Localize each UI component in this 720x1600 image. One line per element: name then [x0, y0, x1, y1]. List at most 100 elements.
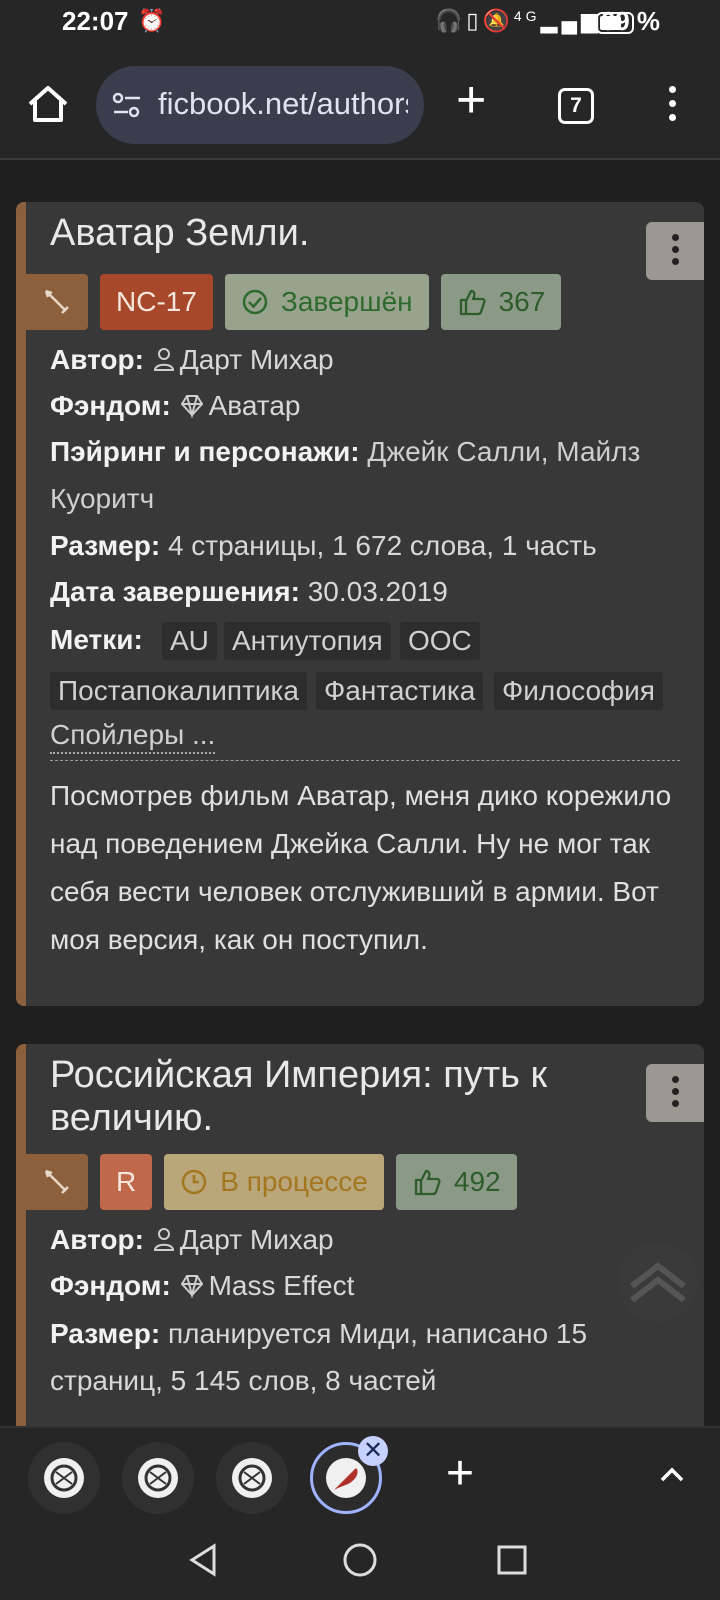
pairing-row: Пэйринг и персонажи: Джейк Салли, Майлз …	[50, 428, 670, 522]
url-bar[interactable]: ficbook.net/authors	[96, 66, 424, 144]
badge-direction[interactable]	[26, 1154, 88, 1210]
work-description: Посмотрев фильм Аватар, меня дико корежи…	[50, 780, 672, 955]
tag[interactable]: Фантастика	[316, 672, 484, 710]
fandom-link[interactable]: Mass Effect	[209, 1270, 355, 1301]
tab-switcher-button[interactable]: 7	[558, 88, 594, 124]
check-circle-icon	[242, 289, 268, 315]
size-value: 4 страницы, 1 672 слова, 1 часть	[167, 530, 597, 561]
status-label: Завершён	[280, 286, 413, 317]
close-tab-icon[interactable]: ✕	[358, 1436, 388, 1466]
status-badge[interactable]: Завершён	[224, 274, 429, 330]
status-icons: 🎧▯🔕4G▂▄▆	[435, 8, 602, 34]
home-icon[interactable]	[26, 82, 70, 126]
work-badges: R В процессе 492	[26, 1154, 517, 1210]
fandom-label: Фэндом:	[50, 390, 171, 421]
more-menu-icon[interactable]	[660, 86, 684, 126]
size-value: планируется Миди, написано 15	[167, 1318, 588, 1349]
tags-list: AU Антиутопия ООС Постапокалиптика Фанта…	[50, 622, 690, 754]
fandom-label: Фэндом:	[50, 1270, 171, 1301]
user-icon	[153, 1228, 174, 1251]
author-link[interactable]: Дарт Михар	[180, 344, 334, 375]
fandom-row: Фэндом: Аватар	[50, 382, 670, 429]
author-link[interactable]: Дарт Михар	[180, 1224, 334, 1255]
size-value: страниц, 5 145 слов, 8 частей	[50, 1365, 437, 1396]
site-logo-icon	[44, 1458, 84, 1498]
tag[interactable]: Антиутопия	[224, 622, 391, 660]
likes-badge[interactable]: 367	[440, 274, 562, 330]
thumbs-up-icon	[414, 1169, 441, 1196]
author-label: Автор:	[50, 1224, 144, 1255]
battery-percent: 69 %	[600, 6, 660, 36]
badge-direction[interactable]	[26, 274, 88, 330]
fandom-icon	[180, 395, 203, 418]
clock-icon	[181, 1169, 207, 1195]
rating-badge[interactable]: NC-17	[100, 274, 213, 330]
tab-favicon[interactable]	[216, 1442, 288, 1514]
work-title[interactable]: Российская Империя: путь к величию.	[50, 1054, 610, 1140]
spoilers-toggle[interactable]: Спойлеры ...	[50, 718, 216, 754]
tab-strip: ✕ +	[0, 1426, 720, 1526]
double-chevron-up-icon	[630, 1262, 686, 1303]
fandom-link[interactable]: Аватар	[209, 390, 301, 421]
tag[interactable]: ООС	[400, 622, 480, 660]
page-content: Аватар Земли. NC-17 Завершён 367 Автор: …	[0, 160, 720, 1426]
status-time: 22:07	[62, 6, 129, 36]
network-label: 4G	[513, 8, 541, 24]
date-label: Дата завершения:	[50, 576, 300, 607]
headphones-icon: 🎧	[434, 8, 467, 33]
user-icon	[153, 348, 174, 371]
chevron-up-icon[interactable]	[658, 1460, 686, 1488]
pairing-link[interactable]: Куоритч	[50, 483, 154, 514]
work-badges: NC-17 Завершён 367	[26, 274, 562, 330]
fandom-row: Фэндом: Mass Effect	[50, 1262, 670, 1309]
status-badge[interactable]: В процессе	[164, 1154, 384, 1210]
alarm-icon: ⏰	[138, 8, 166, 33]
size-label: Размер:	[50, 530, 161, 561]
vibrate-icon: ▯	[466, 8, 483, 33]
work-menu-button[interactable]	[646, 222, 704, 280]
home-nav-icon[interactable]	[342, 1542, 378, 1578]
work-title[interactable]: Аватар Земли.	[50, 212, 610, 255]
signal-icon: ▂▄▆	[540, 8, 602, 33]
date-value: 30.03.2019	[307, 576, 448, 607]
url-text[interactable]: ficbook.net/authors	[158, 86, 408, 122]
tag[interactable]: Постапокалиптика	[50, 672, 307, 710]
new-tab-icon[interactable]: +	[446, 1446, 474, 1501]
divider	[50, 760, 680, 761]
author-label: Автор:	[50, 344, 144, 375]
site-logo-icon	[232, 1458, 272, 1498]
size-row: Размер: 4 страницы, 1 672 слова, 1 часть	[50, 522, 670, 569]
date-row: Дата завершения: 30.03.2019	[50, 568, 670, 615]
thumbs-up-icon	[459, 289, 486, 316]
rating-badge[interactable]: R	[100, 1154, 153, 1210]
size-row: Размер: планируется Миди, написано 15 ст…	[50, 1310, 670, 1404]
system-navigation-bar	[0, 1526, 720, 1600]
recents-icon[interactable]	[496, 1544, 528, 1576]
likes-count: 492	[453, 1166, 501, 1197]
status-bar: 22:07 ⏰ 🎧▯🔕4G▂▄▆ 69 %	[0, 0, 720, 48]
tab-favicon[interactable]	[28, 1442, 100, 1514]
pen-icon	[44, 1169, 69, 1194]
work-card: Аватар Земли. NC-17 Завершён 367 Автор: …	[16, 202, 704, 1006]
status-label: В процессе	[220, 1166, 368, 1197]
work-card: Российская Империя: путь к величию. R В …	[16, 1044, 704, 1426]
mute-icon: 🔕	[482, 8, 514, 33]
site-logo-icon	[138, 1458, 178, 1498]
pairing-label: Пэйринг и персонажи:	[50, 436, 360, 467]
work-menu-button[interactable]	[646, 1064, 704, 1122]
feather-icon	[326, 1458, 366, 1498]
browser-toolbar: ficbook.net/authors + 7	[0, 48, 720, 160]
tag[interactable]: Философия	[494, 672, 663, 710]
tag[interactable]: AU	[162, 622, 217, 660]
likes-count: 367	[498, 286, 546, 317]
size-label: Размер:	[50, 1318, 161, 1349]
likes-badge[interactable]: 492	[395, 1154, 517, 1210]
site-settings-icon[interactable]	[112, 92, 142, 118]
fandom-icon	[180, 1275, 203, 1298]
author-row: Автор: Дарт Михар	[50, 336, 670, 383]
scroll-to-top-button[interactable]	[618, 1242, 698, 1322]
back-icon[interactable]	[186, 1542, 220, 1578]
new-tab-icon[interactable]: +	[456, 72, 486, 128]
pairing-link[interactable]: Джейк Салли, Майлз	[367, 436, 640, 467]
tab-favicon[interactable]	[122, 1442, 194, 1514]
